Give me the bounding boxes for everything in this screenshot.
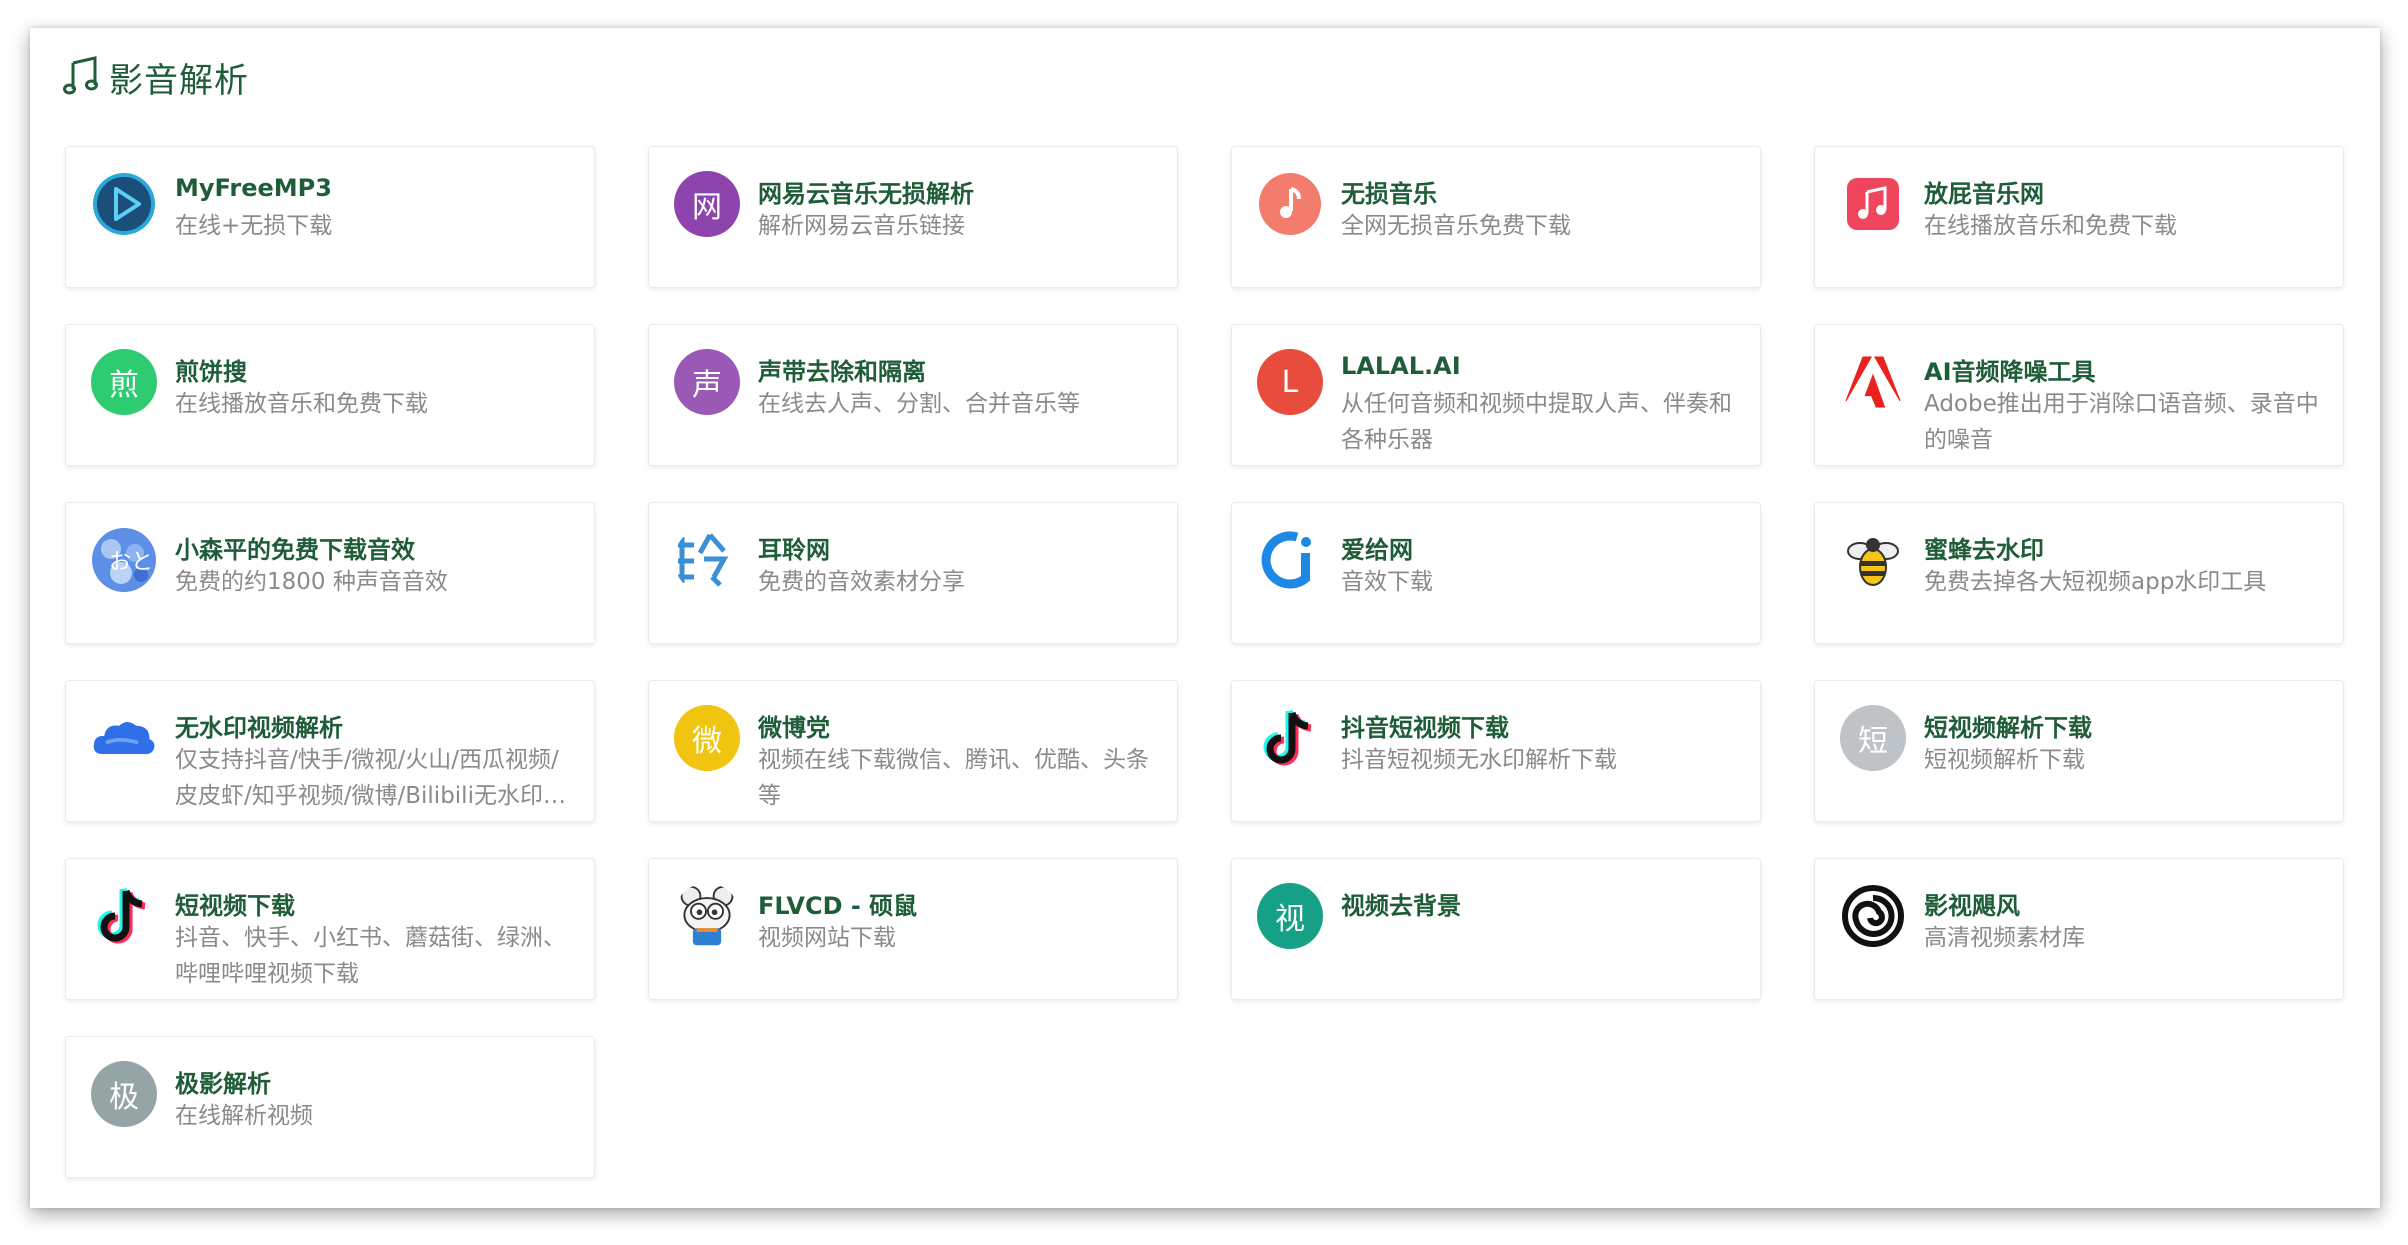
music-square-logo (1840, 171, 1906, 237)
site-description: 免费的音效素材分享 (758, 569, 965, 595)
site-card-grid: MyFreeMP3 在线+无损下载 网 网易云音乐无损解析解析网易云音乐链接 无损音乐全… (65, 146, 2344, 1178)
text-logo: 声 (674, 349, 740, 415)
site-card[interactable]: 短短视频解析下载 短视频解析下载 (1814, 680, 2344, 822)
site-name[interactable]: AI音频降噪工具 (1924, 352, 2325, 387)
site-name[interactable]: 蜜蜂去水印 (1924, 530, 2325, 565)
site-description: 在线去人声、分割、合并音乐等 (758, 391, 1080, 417)
site-card[interactable]: 影视飓风高清视频素材库 (1814, 858, 2344, 1000)
site-description: 全网无损音乐免费下载 (1341, 213, 1571, 239)
site-description: 短视频解析下载 (1924, 747, 2085, 773)
site-card[interactable]: 爱给网 音效下载 (1231, 502, 1761, 644)
site-description: 在线解析视频 (175, 1103, 313, 1129)
site-name[interactable]: 爱给网 (1341, 530, 1742, 565)
site-name[interactable]: 视频去背景 (1341, 886, 1742, 921)
logo-glyph: 短 (1858, 724, 1888, 759)
text-logo: 极 (91, 1061, 157, 1127)
site-description: 视频在线下载微信、腾讯、优酷、头条等 (758, 747, 1149, 809)
site-description: 在线播放音乐和免费下载 (1924, 213, 2177, 239)
site-name[interactable]: MyFreeMP3 (175, 174, 576, 202)
site-card[interactable]: 极 极影解析在线解析视频 (65, 1036, 595, 1178)
logo-glyph: 声 (692, 368, 722, 403)
site-card[interactable]: 无水印视频解析仅支持抖音/快手/微视/火山/西瓜视频/皮皮虾/知乎视频/微博/B… (65, 680, 595, 822)
tiktok-logo (91, 883, 157, 949)
section-title: 影音解析 (109, 60, 249, 101)
site-description: 抖音短视频无水印解析下载 (1341, 747, 1617, 773)
site-description: 音效下载 (1341, 569, 1433, 595)
aigei-logo (1257, 527, 1323, 593)
site-name[interactable]: 小森平的免费下载音效 (175, 530, 576, 565)
site-card[interactable]: 耳聆网免费的音效素材分享 (648, 502, 1178, 644)
site-card[interactable]: MyFreeMP3 在线+无损下载 (65, 146, 595, 288)
site-description: 解析网易云音乐链接 (758, 213, 965, 239)
music-note-logo (1257, 171, 1323, 237)
text-logo: 微 (674, 705, 740, 771)
site-card[interactable]: AI音频降噪工具 Adobe推出用于消除口语音频、录音中的噪音 (1814, 324, 2344, 466)
site-name[interactable]: 极影解析 (175, 1064, 576, 1099)
site-card[interactable]: おと 小森平的免费下载音效免费的约1800 种声音音效 (65, 502, 595, 644)
erling-logo (674, 527, 740, 593)
logo-glyph: 微 (692, 724, 722, 759)
site-name[interactable]: 短视频下载 (175, 886, 576, 921)
site-description: 在线+无损下载 (175, 213, 333, 239)
site-name[interactable]: 放屁音乐网 (1924, 174, 2325, 209)
cloud-logo (91, 705, 157, 771)
site-card[interactable]: 放屁音乐网在线播放音乐和免费下载 (1814, 146, 2344, 288)
logo-glyph: L (1281, 364, 1299, 400)
site-card[interactable]: 网 网易云音乐无损解析解析网易云音乐链接 (648, 146, 1178, 288)
logo-glyph: 煎 (109, 368, 139, 403)
music-note-icon (63, 55, 99, 99)
site-name[interactable]: 无水印视频解析 (175, 708, 576, 743)
tiktok-logo (1257, 705, 1323, 771)
site-description: 免费去掉各大短视频app水印工具 (1924, 569, 2267, 595)
audio-video-panel: 影音解析 MyFreeMP3 在线+无损下载 网 网易云音乐无损解析解析网易云音乐链接… (30, 28, 2380, 1208)
site-name[interactable]: 影视飓风 (1924, 886, 2325, 921)
site-name[interactable]: 无损音乐 (1341, 174, 1742, 209)
site-name[interactable]: 微博党 (758, 708, 1159, 743)
logo-glyph: 视 (1275, 902, 1305, 937)
site-description: 抖音、快手、小红书、蘑菇街、绿洲、哔哩哔哩视频下载 (175, 925, 566, 987)
text-logo: 煎 (91, 349, 157, 415)
text-logo: 视 (1257, 883, 1323, 949)
text-logo: 网 (674, 171, 740, 237)
blue-pattern-logo: おと (91, 527, 157, 593)
site-description: 视频网站下载 (758, 925, 896, 951)
site-description: 从任何音频和视频中提取人声、伴奏和各种乐器 (1341, 391, 1732, 453)
site-card[interactable]: L LALAL.AI 从任何音频和视频中提取人声、伴奏和各种乐器 (1231, 324, 1761, 466)
site-card[interactable]: 蜜蜂去水印免费去掉各大短视频app水印工具 (1814, 502, 2344, 644)
site-card[interactable]: 微 微博党视频在线下载微信、腾讯、优酷、头条等 (648, 680, 1178, 822)
site-card[interactable]: 视 视频去背景 (1231, 858, 1761, 1000)
text-logo: 短 (1840, 705, 1906, 771)
logo-glyph: 极 (109, 1080, 139, 1115)
site-description: 在线播放音乐和免费下载 (175, 391, 428, 417)
site-card[interactable]: 煎 煎饼搜在线播放音乐和免费下载 (65, 324, 595, 466)
site-card[interactable]: 声 声带去除和隔离在线去人声、分割、合并音乐等 (648, 324, 1178, 466)
site-name[interactable]: 网易云音乐无损解析 (758, 174, 1159, 209)
section-header: 影音解析 (63, 52, 249, 102)
site-card[interactable]: 无损音乐全网无损音乐免费下载 (1231, 146, 1761, 288)
site-name[interactable]: 耳聆网 (758, 530, 1159, 565)
site-card[interactable]: FLVCD - 硕鼠视频网站下载 (648, 858, 1178, 1000)
site-description: 高清视频素材库 (1924, 925, 2085, 951)
text-logo: L (1257, 349, 1323, 415)
site-name[interactable]: 抖音短视频下载 (1341, 708, 1742, 743)
svg-text:おと: おと (109, 550, 153, 575)
site-card[interactable]: 短视频下载抖音、快手、小红书、蘑菇街、绿洲、哔哩哔哩视频下载 (65, 858, 595, 1000)
site-description: Adobe推出用于消除口语音频、录音中的噪音 (1924, 391, 2319, 453)
site-name[interactable]: 短视频解析下载 (1924, 708, 2325, 743)
site-name[interactable]: FLVCD - 硕鼠 (758, 886, 1159, 921)
logo-glyph: 网 (692, 190, 722, 225)
site-description: 免费的约1800 种声音音效 (175, 569, 448, 595)
site-name[interactable]: 声带去除和隔离 (758, 352, 1159, 387)
site-name[interactable]: LALAL.AI (1341, 352, 1742, 380)
bee-logo (1840, 527, 1906, 593)
play-circle-logo (91, 171, 157, 237)
site-description: 仅支持抖音/快手/微视/火山/西瓜视频/皮皮虾/知乎视频/微博/Bilibili… (175, 747, 566, 809)
adobe-logo (1840, 349, 1906, 415)
site-card[interactable]: 抖音短视频下载抖音短视频无水印解析下载 (1231, 680, 1761, 822)
mouse-logo (674, 883, 740, 949)
site-name[interactable]: 煎饼搜 (175, 352, 576, 387)
spiral-logo (1840, 883, 1906, 949)
